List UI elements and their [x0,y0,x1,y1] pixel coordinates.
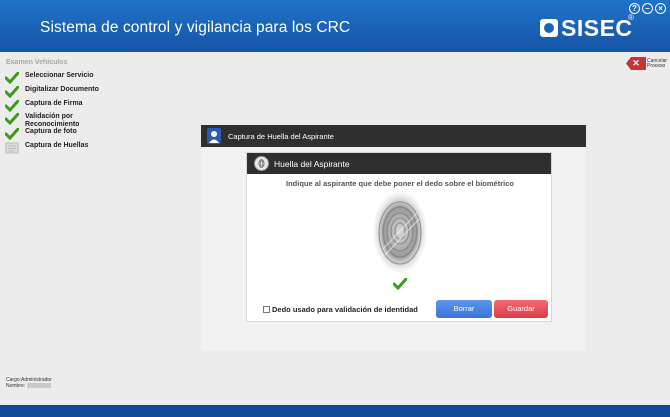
fingerprint-card: Huella del Aspirante Indique al aspirant… [246,152,552,322]
guardar-button[interactable]: Guardar [494,300,548,318]
step-label: Validación por Reconocimiento [25,113,80,128]
step-captura-firma: Captura de Firma [5,100,105,112]
sisec-logo-mark-icon [540,19,558,37]
identity-finger-checkbox-row[interactable]: Dedo usado para validación de identidad [263,305,418,314]
check-icon [5,86,19,98]
sidebar-section-title: Examen Vehiculos [6,59,68,66]
fingerprint-image [373,191,427,273]
identity-finger-checkbox[interactable] [263,306,270,313]
step-label: Captura de Firma [25,100,83,107]
taskbar [0,405,670,417]
registered-mark: ® [628,13,634,22]
redacted-name [26,383,51,389]
help-button[interactable]: ? [629,3,640,14]
fingerprint-card-header: Huella del Aspirante [247,153,551,174]
step-captura-foto: Captura de foto [5,128,105,140]
step-seleccionar-servicio: Seleccionar Servicio [5,72,105,84]
app-title: Sistema de control y vigilancia para los… [40,19,351,36]
identity-finger-checkbox-label: Dedo usado para validación de identidad [272,305,418,314]
instruction-text: Indique al aspirante que debe poner el d… [286,179,514,188]
cancel-icon: ✕ [626,57,646,70]
step-validacion-reconocimiento: Validación por Reconocimiento [5,113,105,129]
cancel-process-label: Cancelar Proceso [647,57,668,69]
step-digitalizar-documento: Digitalizar Documento [5,86,105,98]
close-button[interactable]: × [655,3,666,14]
minimize-button[interactable]: – [642,3,653,14]
capture-panel-title: Captura de Huella del Aspirante [228,131,334,141]
window-controls: ? – × [629,3,666,14]
fingerprint-icon [254,156,269,171]
fingerprint-card-title: Huella del Aspirante [274,158,350,169]
user-info: Cargo:Administrador Nombre: [6,377,52,389]
step-label: Digitalizar Documento [25,86,99,93]
check-icon [5,100,19,112]
sisec-logo: SISEC [540,14,633,42]
app-window: Sistema de control y vigilancia para los… [0,0,670,417]
capture-panel-header: Captura de Huella del Aspirante [201,125,586,147]
user-name-row: Nombre: [6,383,52,389]
step-captura-huellas: Captura de Huellas [5,142,105,154]
person-icon [207,128,221,144]
check-icon [5,72,19,84]
cancel-process-button[interactable]: ✕ Cancelar Proceso [626,57,669,70]
check-icon [5,128,19,140]
sisec-logo-text: SISEC [561,14,633,41]
app-header: Sistema de control y vigilancia para los… [0,0,670,52]
step-label: Captura de Huellas [25,142,89,149]
borrar-button[interactable]: Borrar [436,300,492,318]
check-icon [5,113,19,125]
pending-step-icon [5,142,19,154]
nombre-label: Nombre: [6,383,26,389]
step-label: Captura de foto [25,128,77,135]
step-label: Seleccionar Servicio [25,72,94,79]
fingerprint-ok-check-icon [393,278,407,290]
